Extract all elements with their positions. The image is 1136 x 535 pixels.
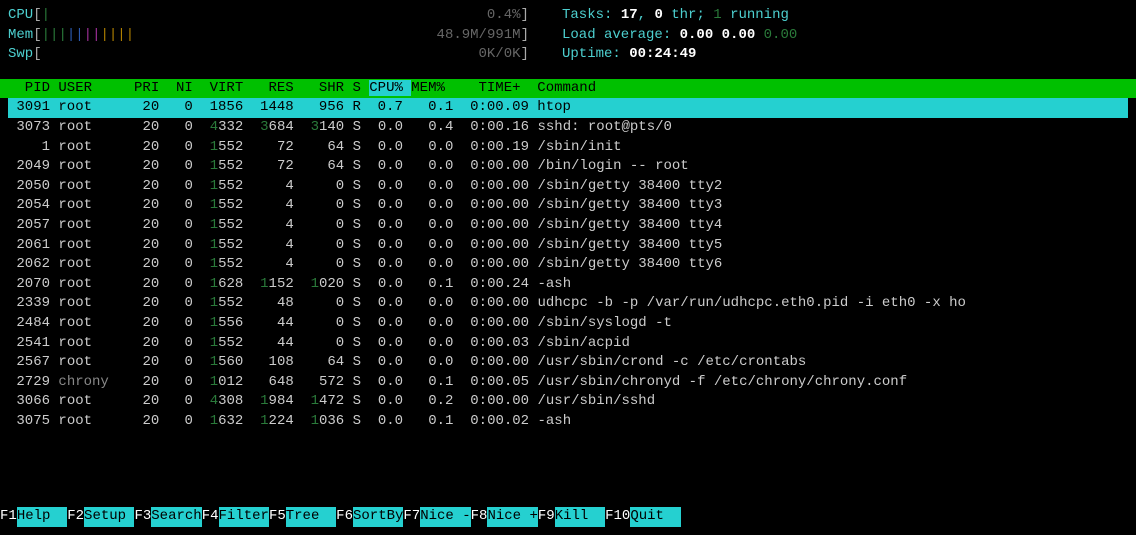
swp-value: 0K/0K: [479, 46, 521, 62]
fkey-f7: F7: [403, 508, 420, 524]
table-row[interactable]: 2049 root 20 0 1552 72 64 S 0.0 0.0 0:00…: [8, 157, 1128, 177]
la-2: 0.00: [722, 27, 756, 43]
mem-label: Mem: [8, 27, 33, 43]
table-row[interactable]: 2729 chrony 20 0 1012 648 572 S 0.0 0.1 …: [8, 373, 1128, 393]
uptime-value: 00:24:49: [629, 46, 696, 62]
table-row[interactable]: 2567 root 20 0 1560 108 64 S 0.0 0.0 0:0…: [8, 353, 1128, 373]
table-row[interactable]: 2541 root 20 0 1552 44 0 S 0.0 0.0 0:00.…: [8, 334, 1128, 354]
fkey-f6-label[interactable]: SortBy: [353, 507, 403, 527]
cpu-value: 0.4%: [487, 7, 521, 23]
swp-meter: Swp[ 0K/0K]: [8, 45, 562, 65]
fkey-f4: F4: [202, 508, 219, 524]
fkey-f1: F1: [0, 508, 17, 524]
fkey-f8-label[interactable]: Nice +: [487, 507, 537, 527]
fkey-f1-label[interactable]: Help: [17, 507, 67, 527]
fkey-f6: F6: [336, 508, 353, 524]
table-row[interactable]: 3066 root 20 0 4308 1984 1472 S 0.0 0.2 …: [8, 392, 1128, 412]
table-row[interactable]: 2057 root 20 0 1552 4 0 S 0.0 0.0 0:00.0…: [8, 216, 1128, 236]
table-row[interactable]: 1 root 20 0 1552 72 64 S 0.0 0.0 0:00.19…: [8, 138, 1128, 158]
process-table[interactable]: 3091 root 20 0 1856 1448 956 R 0.7 0.1 0…: [0, 98, 1136, 431]
fkey-f3-label[interactable]: Search: [151, 507, 201, 527]
table-row[interactable]: 2339 root 20 0 1552 48 0 S 0.0 0.0 0:00.…: [8, 294, 1128, 314]
tasks-total: 17: [621, 7, 638, 23]
swp-label: Swp: [8, 46, 33, 62]
fkey-f5-label[interactable]: Tree: [286, 507, 336, 527]
fkey-f7-label[interactable]: Nice -: [420, 507, 470, 527]
mem-meter: Mem[||||||||||| 48.9M/991M]: [8, 26, 562, 46]
fkey-f9: F9: [538, 508, 555, 524]
tasks-thr: 0: [654, 7, 662, 23]
fkey-f10-label[interactable]: Quit: [630, 507, 680, 527]
uptime-line: Uptime: 00:24:49: [562, 45, 797, 65]
fkey-f2-label[interactable]: Setup: [84, 507, 134, 527]
column-headers[interactable]: PID USER PRI NI VIRT RES SHR S CPU% MEM%…: [0, 79, 1136, 99]
la-1: 0.00: [680, 27, 714, 43]
load-avg-line: Load average: 0.00 0.00 0.00: [562, 26, 797, 46]
tasks-line: Tasks: 17, 0 thr; 1 running: [562, 6, 797, 26]
table-row[interactable]: 3091 root 20 0 1856 1448 956 R 0.7 0.1 0…: [8, 98, 1128, 118]
fkey-f2: F2: [67, 508, 84, 524]
header-area: CPU[| 0.4%] Mem[||||||||||| 48.9M/991M] …: [0, 0, 1136, 69]
cpu-label: CPU: [8, 7, 33, 23]
footer-bar: F1Help F2Setup F3SearchF4FilterF5Tree F6…: [0, 507, 681, 527]
cpu-bar: |: [42, 7, 50, 23]
table-row[interactable]: 2061 root 20 0 1552 4 0 S 0.0 0.0 0:00.0…: [8, 236, 1128, 256]
mem-value: 48.9M/991M: [437, 27, 521, 43]
la-3: 0.00: [764, 27, 798, 43]
fkey-f3: F3: [134, 508, 151, 524]
fkey-f10: F10: [605, 508, 630, 524]
fkey-f9-label[interactable]: Kill: [555, 507, 605, 527]
table-row[interactable]: 3075 root 20 0 1632 1224 1036 S 0.0 0.1 …: [8, 412, 1128, 432]
table-row[interactable]: 3073 root 20 0 4332 3684 3140 S 0.0 0.4 …: [8, 118, 1128, 138]
table-row[interactable]: 2054 root 20 0 1552 4 0 S 0.0 0.0 0:00.0…: [8, 196, 1128, 216]
fkey-f4-label[interactable]: Filter: [219, 507, 269, 527]
fkey-f8: F8: [471, 508, 488, 524]
tasks-running: 1: [713, 7, 721, 23]
table-row[interactable]: 2050 root 20 0 1552 4 0 S 0.0 0.0 0:00.0…: [8, 177, 1128, 197]
fkey-f5: F5: [269, 508, 286, 524]
table-row[interactable]: 2070 root 20 0 1628 1152 1020 S 0.0 0.1 …: [8, 275, 1128, 295]
table-row[interactable]: 2062 root 20 0 1552 4 0 S 0.0 0.0 0:00.0…: [8, 255, 1128, 275]
stats-column: Tasks: 17, 0 thr; 1 running Load average…: [562, 6, 797, 65]
meters-column: CPU[| 0.4%] Mem[||||||||||| 48.9M/991M] …: [8, 6, 562, 65]
cpu-meter: CPU[| 0.4%]: [8, 6, 562, 26]
table-row[interactable]: 2484 root 20 0 1556 44 0 S 0.0 0.0 0:00.…: [8, 314, 1128, 334]
mem-bar: |||||||||||: [42, 27, 134, 43]
